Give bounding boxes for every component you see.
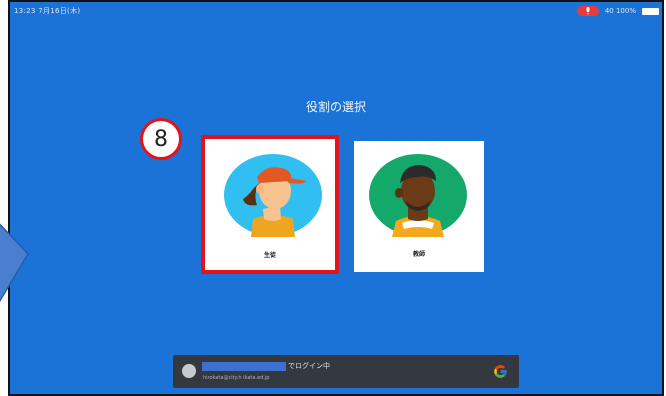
google-g-icon — [494, 365, 507, 378]
signed-in-label: でログイン中 — [288, 362, 330, 370]
status-indicators: 40 100% — [576, 2, 659, 20]
role-card-teacher[interactable]: 教師 — [354, 141, 484, 272]
account-name-row: でログイン中 — [202, 361, 330, 371]
teacher-avatar-icon — [369, 154, 467, 237]
page-title: 役割の選択 — [305, 100, 366, 114]
side-arrow-shape — [0, 223, 29, 303]
role-card-student[interactable]: 生徒 — [201, 135, 339, 274]
step-number-badge: 8 — [140, 118, 182, 160]
mic-recording-icon — [576, 6, 599, 16]
role-label-student: 生徒 — [263, 252, 276, 259]
student-avatar-icon — [224, 154, 322, 237]
battery-icon — [642, 7, 659, 15]
account-email: hirokata@city.h ikata.ed.jp — [203, 375, 270, 381]
account-bar[interactable]: でログイン中 hirokata@city.h ikata.ed.jp — [173, 355, 519, 388]
status-time-date: 13:23 7月16日(木) — [14, 7, 81, 15]
redacted-name — [202, 361, 286, 371]
tablet-screen: 13:23 7月16日(木) 40 100% 役割の選択 生徒 教師 でログイン… — [8, 0, 664, 396]
role-label-teacher: 教師 — [412, 251, 425, 258]
account-avatar-icon — [182, 364, 196, 378]
signal-battery-text: 40 100% — [604, 7, 636, 15]
status-bar: 13:23 7月16日(木) 40 100% — [10, 2, 662, 20]
